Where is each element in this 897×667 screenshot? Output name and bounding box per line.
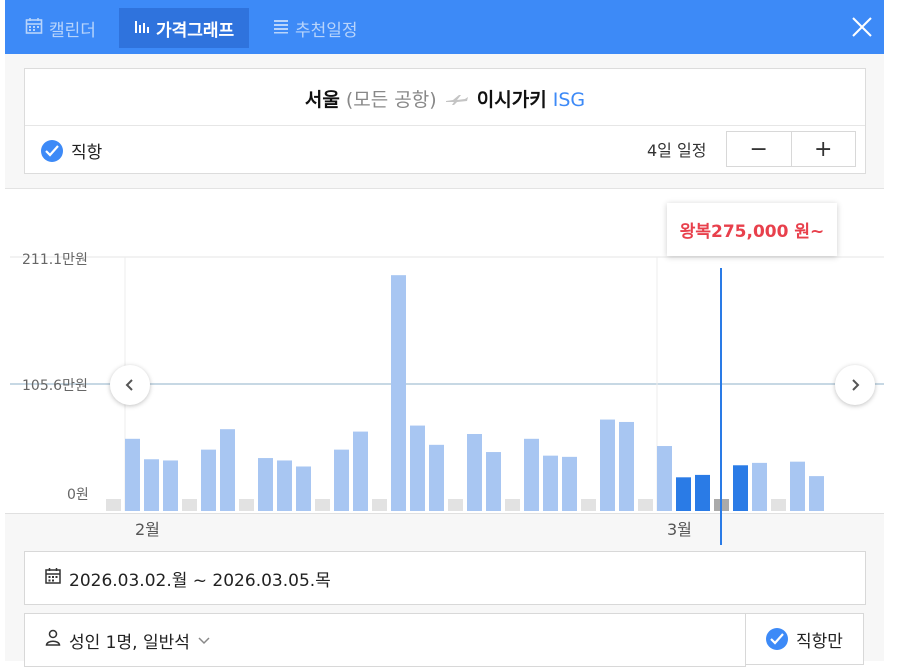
x-month-label-mar: 3월 (667, 520, 692, 539)
direct-only-toggle[interactable]: 직항만 (745, 613, 864, 665)
bar-chart-icon (134, 18, 150, 39)
close-icon[interactable] (851, 16, 873, 38)
minus-button[interactable]: − (727, 132, 792, 166)
tab-recommended-label: 추천일정 (295, 20, 358, 41)
route-card: 서울 (모든 공항) 이시가키 ISG 직항 4일 일정 − + (24, 68, 866, 174)
price-tooltip: 왕복275,000 원~ (667, 203, 837, 256)
list-icon (273, 18, 289, 39)
tab-calendar-label: 캘린더 (49, 20, 96, 41)
x-month-label-feb: 2월 (135, 520, 160, 539)
chevron-left-icon (124, 373, 136, 397)
plus-button[interactable]: + (792, 132, 856, 166)
tab-price-graph[interactable]: 가격그래프 (119, 8, 250, 48)
direct-toggle[interactable]: 직항 (41, 138, 102, 163)
y-tick-label-mid: 105.6만원 (22, 378, 88, 394)
passenger-field[interactable]: 성인 1명, 일반석 (24, 613, 746, 667)
card-divider (25, 125, 865, 126)
chevron-down-icon (198, 630, 210, 650)
check-circle-icon (41, 139, 63, 162)
tab-recommended[interactable]: 추천일정 (273, 8, 358, 48)
direct-only-label: 직항만 (796, 631, 843, 652)
y-tick-label-max: 211.1만원 (22, 252, 88, 268)
destination-code: ISG (552, 89, 586, 111)
chevron-right-icon (849, 373, 861, 397)
destination-city: 이시가키 (476, 89, 547, 111)
days-stepper: − + (726, 131, 856, 167)
calendar-icon (25, 17, 43, 40)
chart-prev-button[interactable] (110, 365, 150, 405)
tab-calendar[interactable]: 캘린더 (25, 8, 96, 48)
check-circle-icon (766, 628, 788, 650)
chart-next-button[interactable] (835, 365, 875, 405)
passenger-text: 성인 1명, 일반석 (69, 632, 190, 653)
trip-days-label: 4일 일정 (647, 141, 707, 160)
y-tick-label-zero: 0원 (67, 487, 89, 503)
calendar-icon (45, 567, 61, 589)
date-range-text: 2026.03.02.월 ~ 2026.03.05.목 (69, 570, 331, 591)
origin-city: 서울 (304, 89, 340, 111)
airplane-icon (445, 90, 469, 112)
tab-price-graph-label: 가격그래프 (156, 20, 235, 41)
top-bar: 캘린더 가격그래프 추천일정 (5, 0, 884, 54)
date-range-field[interactable]: 2026.03.02.월 ~ 2026.03.05.목 (24, 551, 866, 605)
route-line: 서울 (모든 공항) 이시가키 ISG (25, 85, 865, 112)
person-icon (45, 629, 61, 651)
origin-sub: (모든 공항) (345, 89, 437, 111)
direct-label: 직항 (71, 143, 103, 163)
